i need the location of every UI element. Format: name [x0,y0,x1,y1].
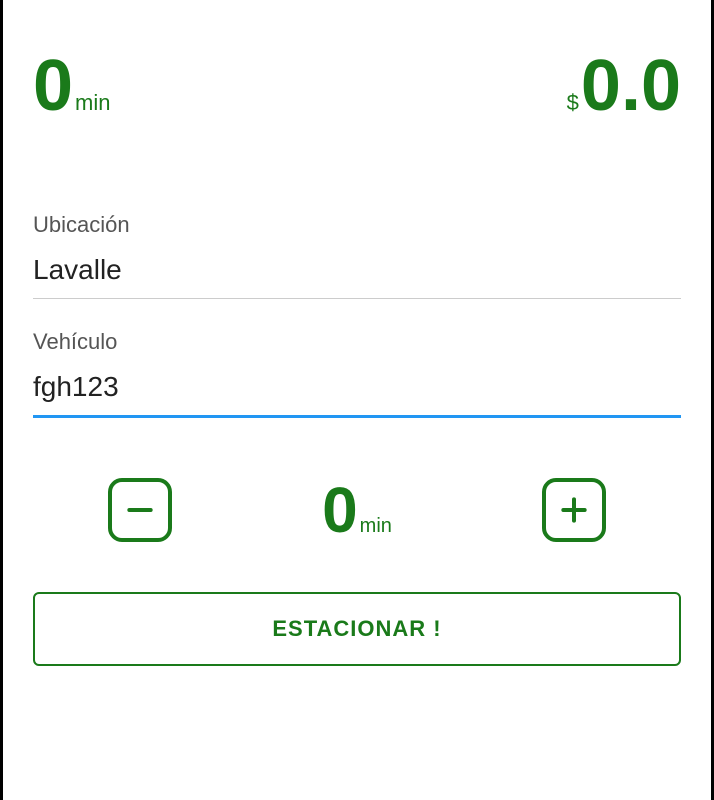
price-display: $ 0.0 [567,50,681,122]
location-label: Ubicación [33,212,681,238]
vehicle-input[interactable] [33,363,681,418]
park-button[interactable]: ESTACIONAR ! [33,592,681,666]
time-display: 0 min [33,50,111,122]
summary-row: 0 min $ 0.0 [33,50,681,122]
location-field-group: Ubicación [33,212,681,299]
location-input[interactable] [33,246,681,299]
stepper-unit: min [360,515,392,538]
stepper-value: 0 [322,478,358,542]
price-currency: $ [567,90,579,116]
plus-icon [558,494,590,526]
duration-stepper: 0 min [33,478,681,542]
vehicle-field-group: Vehículo [33,329,681,418]
vehicle-label: Vehículo [33,329,681,355]
decrement-button[interactable] [108,478,172,542]
minus-icon [124,494,156,526]
time-value: 0 [33,50,73,122]
time-unit: min [75,90,110,116]
price-value: 0.0 [581,50,681,122]
increment-button[interactable] [542,478,606,542]
stepper-display: 0 min [322,478,392,542]
